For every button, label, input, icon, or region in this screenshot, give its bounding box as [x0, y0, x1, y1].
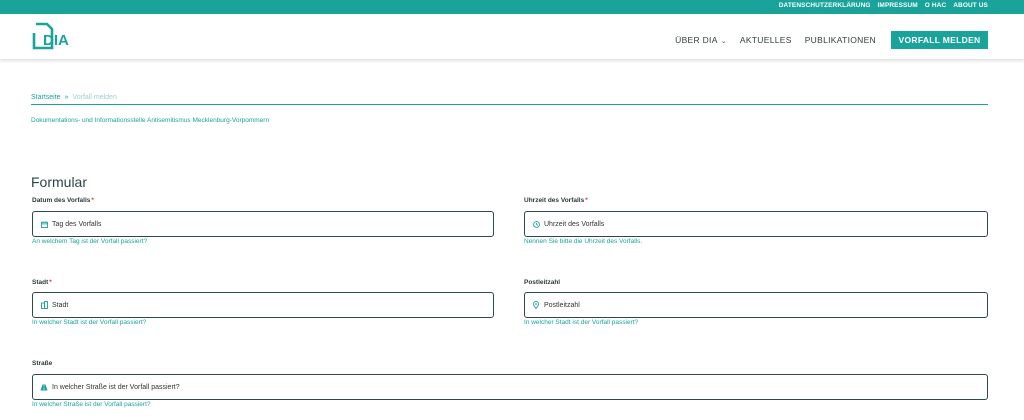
building-icon — [40, 301, 48, 309]
date-input[interactable]: Tag des Vorfalls — [32, 211, 494, 237]
time-hint: Nennen Sie bitte die Uhrzeit des Vorfall… — [524, 238, 643, 245]
logo-wordmark: DIA — [43, 32, 69, 49]
zip-label-text: Postleitzahl — [524, 279, 561, 286]
street-hint: In welcher Straße ist der Vorfall passie… — [32, 401, 151, 408]
clock-icon — [532, 220, 540, 228]
street-placeholder: In welcher Straße ist der Vorfall passie… — [52, 383, 180, 391]
date-label-text: Datum des Vorfalls — [32, 197, 91, 204]
chevron-down-icon: ⌄ — [720, 38, 727, 45]
city-placeholder: Stadt — [52, 301, 69, 309]
utility-links: DATENSCHUTZERKLÄRUNG IMPRESSUM O HAC ABO… — [779, 2, 988, 9]
required-marker: * — [49, 279, 52, 286]
imprint-link[interactable]: IMPRESSUM — [878, 2, 918, 9]
about-us-link[interactable]: ABOUT US — [953, 2, 988, 9]
breadcrumb-divider — [31, 104, 988, 105]
date-hint: An welchem Tag ist der Vorfall passiert? — [32, 238, 148, 245]
street-label: Straße — [32, 360, 52, 367]
report-incident-button[interactable]: VORFALL MELDEN — [891, 31, 988, 49]
street-label-text: Straße — [32, 360, 53, 367]
breadcrumb-current: Vorfall melden — [72, 94, 117, 101]
city-label: Stadt* — [32, 279, 52, 286]
nav-publications[interactable]: PUBLIKATIONEN — [805, 35, 876, 45]
road-icon — [40, 383, 48, 391]
nav-about[interactable]: ÜBER DIA ⌄ — [675, 35, 727, 45]
required-marker: * — [91, 197, 94, 204]
main-navigation: ÜBER DIA ⌄ AKTUELLES PUBLIKATIONEN VORFAL… — [675, 31, 988, 49]
required-marker: * — [585, 197, 588, 204]
calendar-icon — [40, 220, 48, 228]
city-hint: In welcher Stadt ist der Vorfall passier… — [32, 319, 147, 326]
nav-news[interactable]: AKTUELLES — [740, 35, 792, 45]
city-input[interactable]: Stadt — [32, 292, 494, 318]
time-input[interactable]: Uhrzeit des Vorfalls — [524, 211, 988, 237]
date-label: Datum des Vorfalls* — [32, 197, 94, 204]
time-label-text: Uhrzeit des Vorfalls — [524, 197, 585, 204]
city-label-text: Stadt — [32, 279, 49, 286]
breadcrumb: Startseite » Vorfall melden — [31, 94, 117, 101]
form-title: Formular — [31, 174, 88, 190]
top-utility-bar: DATENSCHUTZERKLÄRUNG IMPRESSUM O HAC ABO… — [0, 0, 1024, 14]
time-label: Uhrzeit des Vorfalls* — [524, 197, 588, 204]
site-header: DIA ÜBER DIA ⌄ AKTUELLES PUBLIKATIONEN VO… — [0, 14, 1024, 59]
zip-hint: In welcher Stadt ist der Vorfall passier… — [524, 319, 639, 326]
breadcrumb-home-link[interactable]: Startseite — [31, 94, 61, 101]
zip-label: Postleitzahl — [524, 279, 560, 286]
breadcrumb-separator: » — [64, 94, 69, 101]
date-placeholder: Tag des Vorfalls — [52, 220, 102, 228]
street-input[interactable]: In welcher Straße ist der Vorfall passie… — [32, 374, 988, 400]
zip-input[interactable]: Postleitzahl — [524, 292, 988, 318]
nav-about-label: ÜBER DIA — [675, 35, 718, 45]
time-placeholder: Uhrzeit des Vorfalls — [544, 220, 605, 228]
privacy-link[interactable]: DATENSCHUTZERKLÄRUNG — [779, 2, 871, 9]
zip-placeholder: Postleitzahl — [544, 301, 580, 309]
dia-logo[interactable]: DIA — [32, 22, 78, 50]
organization-name: Dokumentations- und Informationsstelle A… — [31, 117, 270, 124]
map-pin-icon — [532, 301, 540, 309]
o-hac-link[interactable]: O HAC — [925, 2, 946, 9]
